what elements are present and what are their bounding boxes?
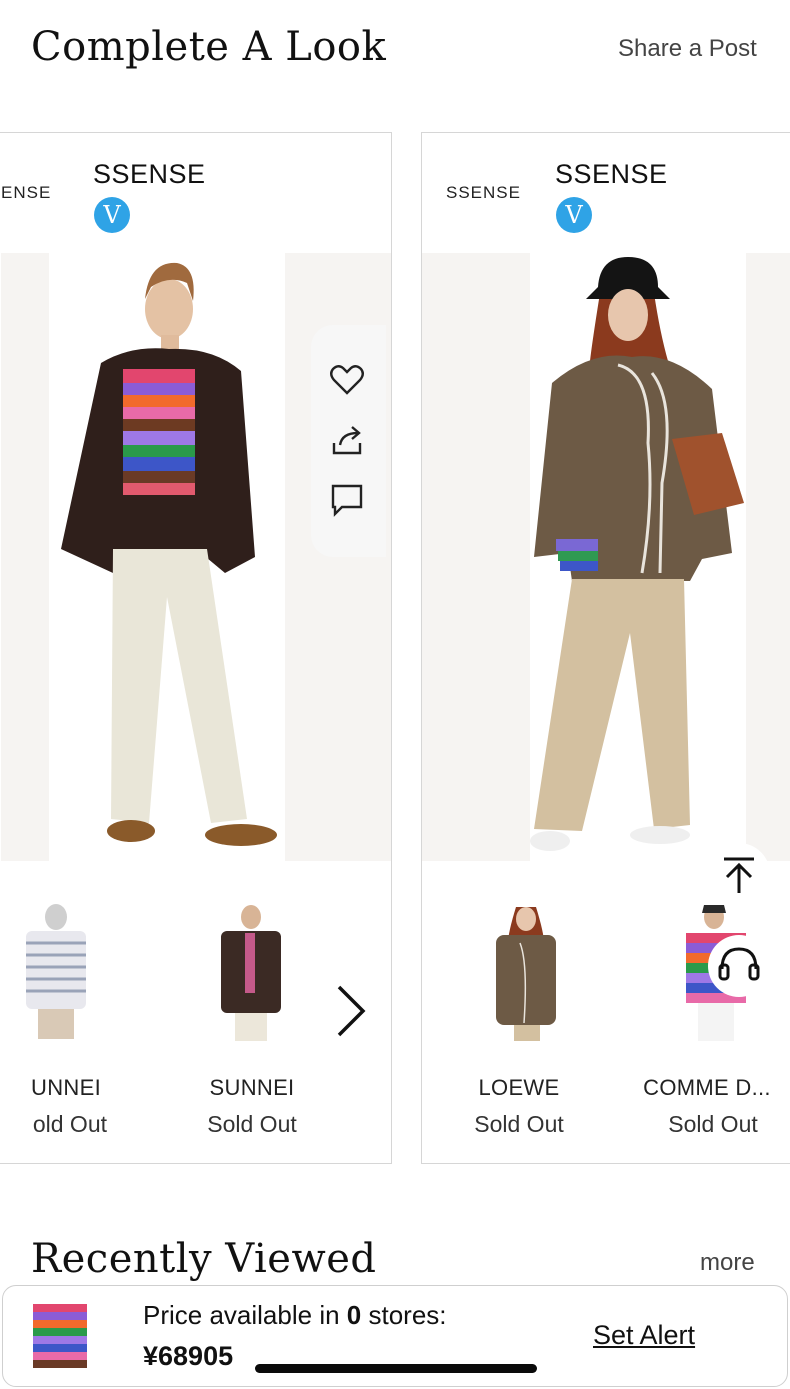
verified-badge-icon: V bbox=[94, 197, 130, 233]
set-alert-link[interactable]: Set Alert bbox=[593, 1320, 695, 1351]
heart-icon[interactable] bbox=[328, 361, 366, 399]
customer-service-button[interactable] bbox=[708, 935, 770, 997]
product-brand: COMME D... bbox=[643, 1075, 771, 1100]
recently-viewed-title: Recently Viewed bbox=[31, 1236, 377, 1282]
product-thumbnail[interactable] bbox=[488, 903, 564, 1043]
product-status: Sold Out bbox=[668, 1111, 758, 1137]
verified-badge-icon: V bbox=[556, 197, 592, 233]
share-post-link[interactable]: Share a Post bbox=[618, 35, 757, 63]
headset-icon bbox=[718, 947, 760, 981]
look-card[interactable]: SSENSE SSENSE V LOEWE Sold Out COMME D..… bbox=[421, 132, 790, 1164]
action-rail bbox=[311, 325, 386, 557]
brand-logo: SSENSE bbox=[446, 183, 521, 202]
product-status: Sold Out bbox=[474, 1111, 564, 1137]
share-icon[interactable] bbox=[328, 421, 366, 459]
price-value: ¥68905 bbox=[143, 1341, 234, 1371]
look-image[interactable] bbox=[422, 253, 790, 861]
more-link[interactable]: more bbox=[700, 1249, 755, 1277]
back-to-top-icon bbox=[724, 857, 754, 893]
product-thumbnail[interactable] bbox=[29, 1298, 91, 1376]
comment-icon[interactable] bbox=[328, 481, 366, 519]
store-availability: Price available in 0 stores: bbox=[143, 1300, 447, 1330]
brand-logo: ENSE bbox=[1, 183, 52, 202]
product-brand: UNNEI bbox=[31, 1075, 101, 1100]
product-status: Sold Out bbox=[207, 1111, 297, 1137]
product-thumbnail[interactable] bbox=[16, 903, 92, 1043]
home-indicator bbox=[255, 1364, 537, 1373]
product-brand: LOEWE bbox=[478, 1075, 560, 1100]
complete-look-title: Complete A Look bbox=[31, 24, 387, 70]
brand-name[interactable]: SSENSE bbox=[93, 159, 206, 190]
chevron-right-icon[interactable] bbox=[331, 983, 371, 1039]
product-thumbnail[interactable] bbox=[213, 903, 289, 1043]
back-to-top-button[interactable] bbox=[708, 843, 770, 905]
look-card[interactable]: ENSE SSENSE V UNNEI old Out SUNNEI Sold … bbox=[0, 132, 392, 1164]
look-image[interactable] bbox=[1, 253, 391, 861]
model-illustration bbox=[530, 257, 744, 851]
product-brand: SUNNEI bbox=[209, 1075, 295, 1100]
brand-name[interactable]: SSENSE bbox=[555, 159, 668, 190]
store-count: 0 bbox=[346, 1300, 362, 1330]
product-status: old Out bbox=[32, 1111, 107, 1137]
